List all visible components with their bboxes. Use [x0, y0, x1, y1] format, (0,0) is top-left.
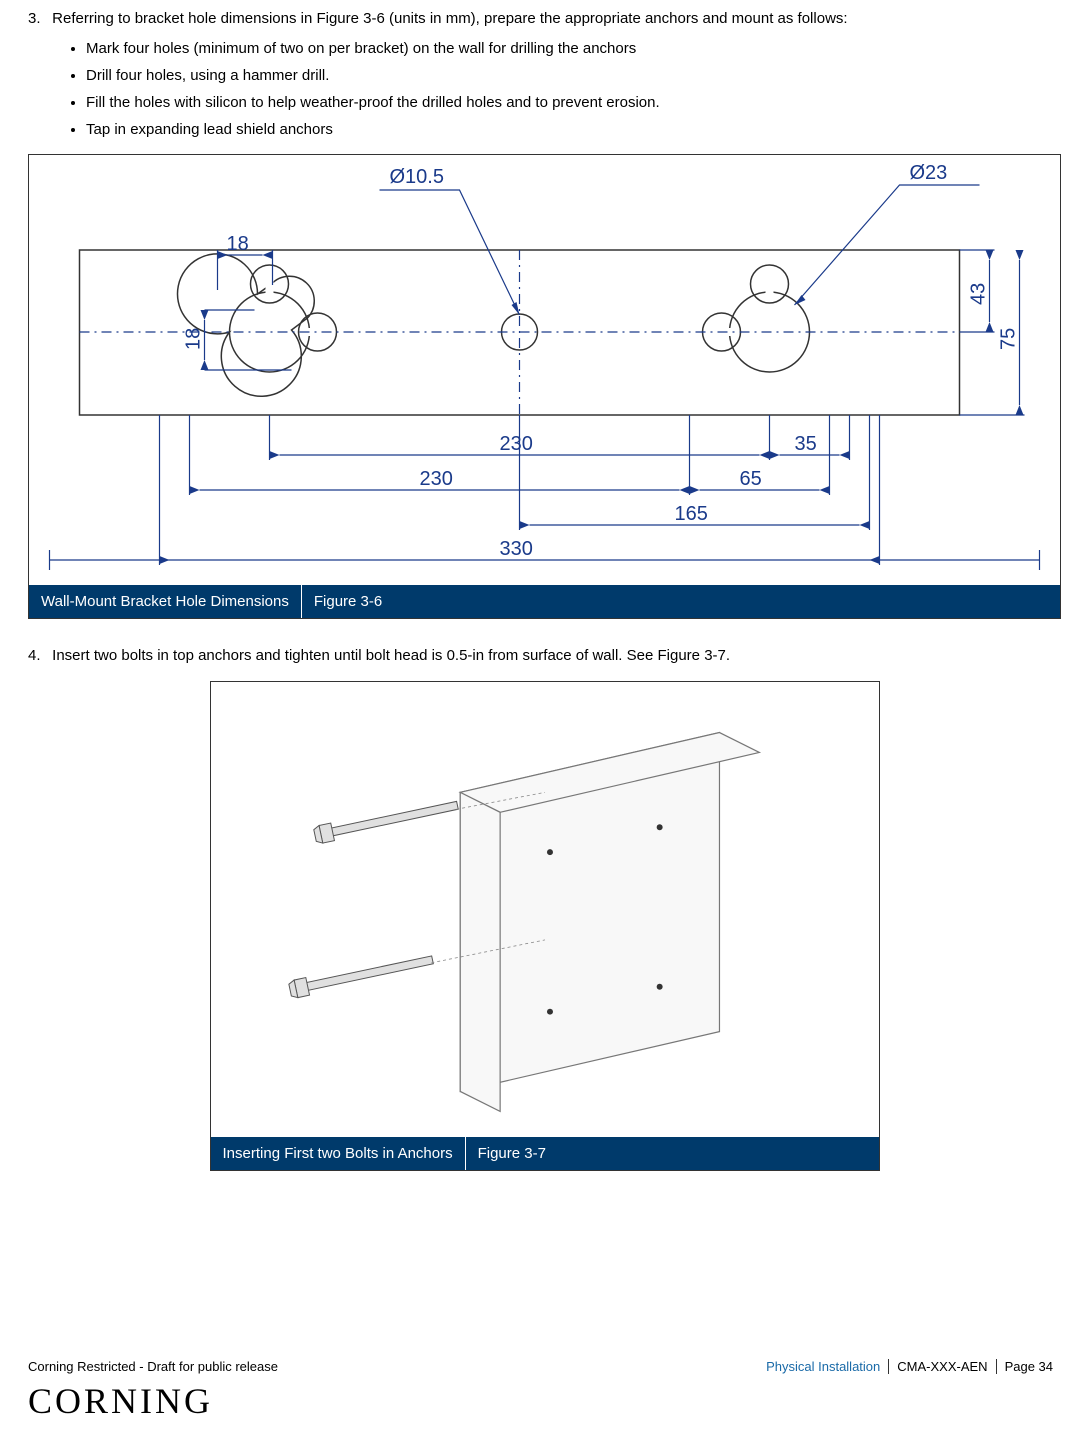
dim-w165: 165 [675, 503, 708, 525]
figure-3-6-diagram: Ø10.5 Ø23 18 18 43 [29, 155, 1060, 585]
dim-w18: 18 [227, 233, 249, 255]
dim-h75: 75 [998, 328, 1020, 350]
step-4: 4. Insert two bolts in top anchors and t… [28, 645, 1061, 667]
figure-caption-text: Inserting First two Bolts in Anchors [211, 1137, 465, 1170]
dim-w330: 330 [500, 538, 533, 560]
figure-3-6-caption: Wall-Mount Bracket Hole Dimensions Figur… [29, 585, 1060, 618]
step-3-text: Referring to bracket hole dimensions in … [52, 10, 847, 27]
bullet-item: Drill four holes, using a hammer drill. [86, 65, 1061, 86]
figure-3-7-diagram [211, 682, 879, 1137]
footer-section: Physical Installation [758, 1359, 888, 1374]
dim-d1: Ø10.5 [390, 166, 444, 188]
bullet-item: Fill the holes with silicon to help weat… [86, 92, 1061, 113]
dim-h43: 43 [968, 283, 990, 305]
dim-d2: Ø23 [910, 162, 948, 184]
figure-caption-text: Wall-Mount Bracket Hole Dimensions [29, 585, 301, 618]
bullet-item: Mark four holes (minimum of two on per b… [86, 38, 1061, 59]
footer-doc: CMA-XXX-AEN [888, 1359, 995, 1374]
dim-w230a: 230 [500, 433, 533, 455]
step-3-bullets: Mark four holes (minimum of two on per b… [86, 38, 1061, 140]
dim-w65: 65 [740, 468, 762, 490]
step-4-text: Insert two bolts in top anchors and tigh… [52, 647, 730, 664]
footer-page: Page 34 [996, 1359, 1061, 1374]
step-3-num: 3. [28, 8, 48, 30]
figure-number: Figure 3-7 [465, 1137, 558, 1170]
dim-h18: 18 [183, 328, 205, 350]
step-4-num: 4. [28, 645, 48, 667]
bullet-item: Tap in expanding lead shield anchors [86, 119, 1061, 140]
figure-3-6: Ø10.5 Ø23 18 18 43 [28, 154, 1061, 619]
dim-w230b: 230 [420, 468, 453, 490]
figure-3-7-caption: Inserting First two Bolts in Anchors Fig… [211, 1137, 879, 1170]
figure-number: Figure 3-6 [301, 585, 394, 618]
figure-3-7: Inserting First two Bolts in Anchors Fig… [210, 681, 880, 1171]
page-footer: Corning Restricted - Draft for public re… [28, 1359, 1061, 1422]
dim-w35: 35 [795, 433, 817, 455]
corning-logo: CORNING [28, 1380, 1061, 1422]
step-3: 3. Referring to bracket hole dimensions … [28, 8, 1061, 30]
footer-left: Corning Restricted - Draft for public re… [28, 1359, 278, 1374]
